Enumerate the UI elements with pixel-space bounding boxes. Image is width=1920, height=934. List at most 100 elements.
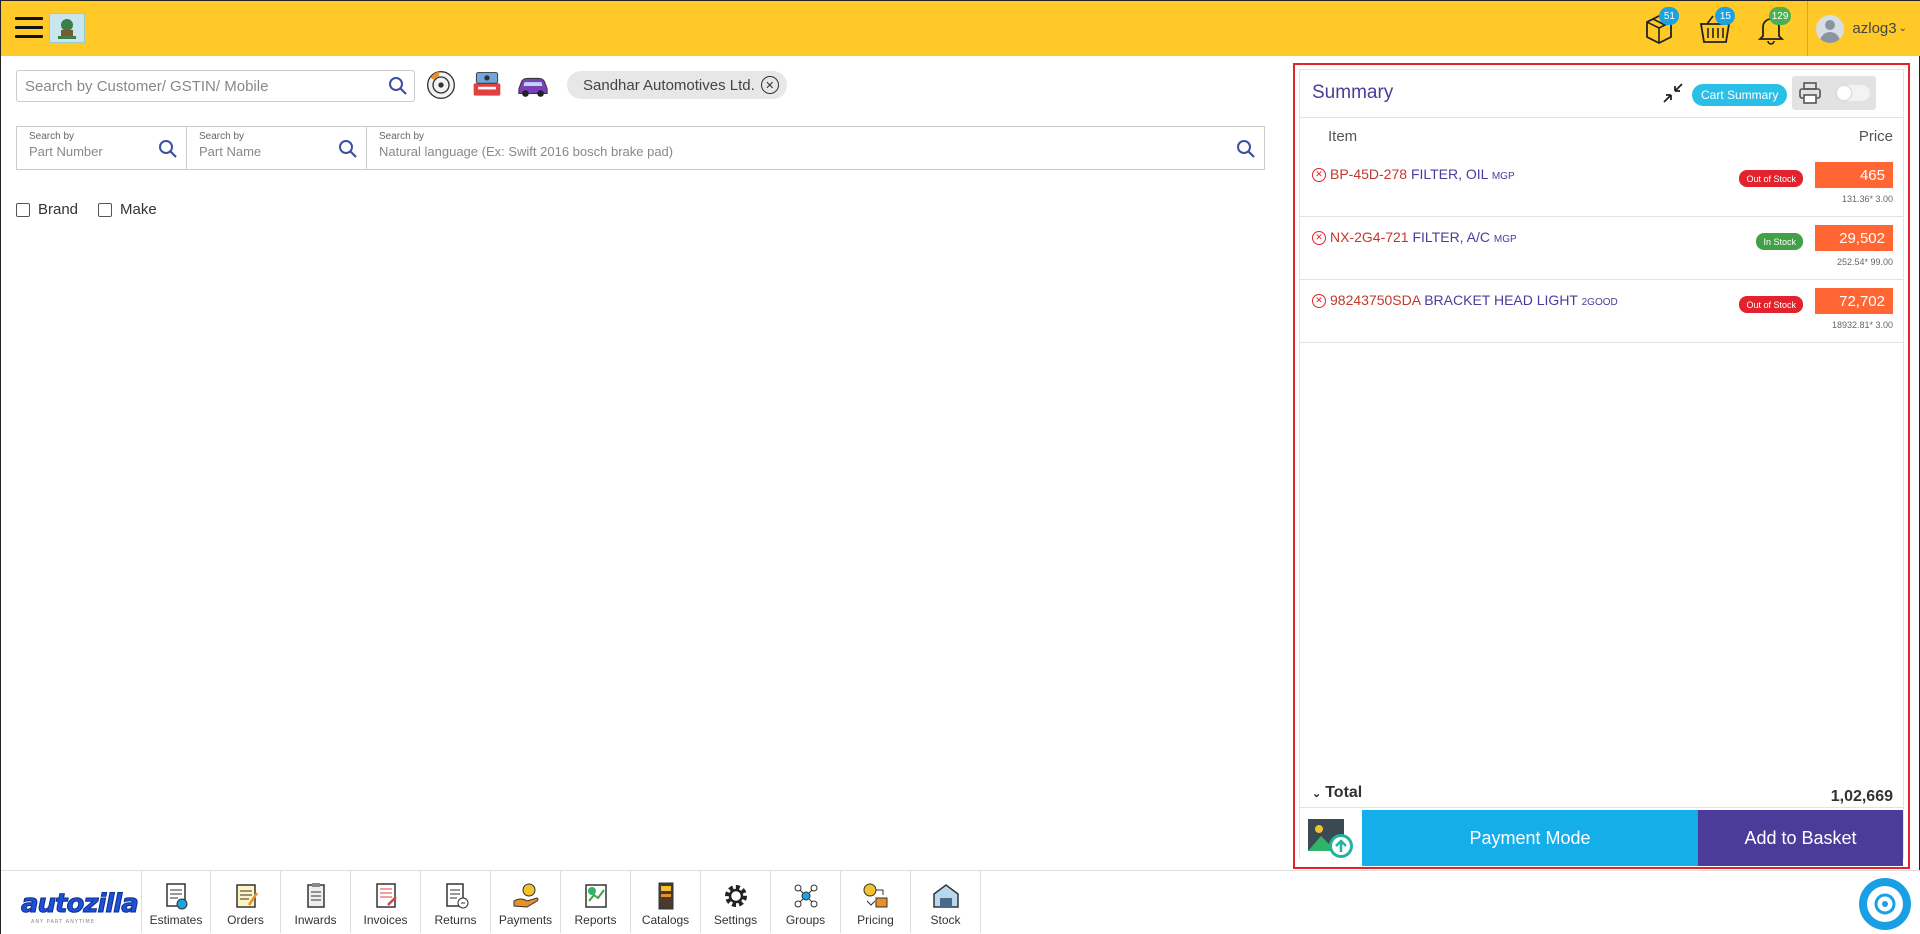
- part-name: BRACKET HEAD LIGHT: [1424, 292, 1578, 308]
- total-label[interactable]: ⌄ Total: [1312, 784, 1362, 802]
- nav-reports[interactable]: Reports: [561, 871, 631, 933]
- stock-badge: Out of Stock: [1739, 296, 1803, 313]
- part-number: 98243750SDA: [1330, 292, 1421, 308]
- printer-icon[interactable]: [1798, 81, 1822, 105]
- nav-label: Returns: [434, 913, 477, 927]
- make-checkbox[interactable]: [98, 202, 113, 217]
- add-to-basket-button[interactable]: Add to Basket: [1698, 810, 1903, 866]
- customer-search-input[interactable]: [17, 71, 388, 101]
- nav-returns[interactable]: Returns: [421, 871, 491, 933]
- print-controls: [1792, 76, 1876, 110]
- nav-groups[interactable]: Groups: [771, 871, 841, 933]
- avatar: [1816, 14, 1845, 43]
- print-toggle[interactable]: [1836, 85, 1870, 101]
- price-value[interactable]: 29,502: [1815, 225, 1893, 251]
- natural-language-input[interactable]: Natural language (Ex: Swift 2016 bosch b…: [379, 144, 1252, 159]
- cart-row: ✕ 98243750SDA BRACKET HEAD LIGHT 2GOOD O…: [1300, 280, 1903, 343]
- nav-stock[interactable]: Stock: [911, 871, 981, 933]
- nav-pricing[interactable]: Pricing: [841, 871, 911, 933]
- make-filter[interactable]: Make: [98, 201, 157, 218]
- close-icon[interactable]: ✕: [760, 76, 779, 94]
- make-label: Make: [120, 201, 157, 218]
- invoices-icon: [375, 883, 397, 908]
- cart-items: ✕ BP-45D-278 FILTER, OIL MGP Out of Stoc…: [1300, 154, 1903, 343]
- nav-label: Payments: [498, 913, 553, 927]
- estimates-icon: [166, 883, 188, 910]
- cart-summary-button[interactable]: Cart Summary: [1692, 84, 1788, 106]
- nav-orders[interactable]: Orders: [211, 871, 281, 933]
- item-description[interactable]: BP-45D-278 FILTER, OIL MGP: [1330, 166, 1515, 182]
- price-value[interactable]: 465: [1815, 162, 1893, 188]
- part-name: FILTER, A/C: [1412, 229, 1491, 245]
- emblem-logo[interactable]: [49, 13, 85, 43]
- part-name-label: Search by: [199, 131, 245, 142]
- nav-catalogs[interactable]: Catalogs: [631, 871, 701, 933]
- user-menu[interactable]: azlog3 ⌄: [1816, 1, 1920, 56]
- brand: MGP: [1491, 171, 1515, 182]
- part-search-bar: Search by Part Number Search by Part Nam…: [16, 126, 1265, 170]
- nav-label: Reports: [574, 913, 617, 927]
- remove-icon[interactable]: ✕: [1312, 294, 1326, 308]
- mechanic-icon[interactable]: [469, 67, 505, 103]
- search-icon[interactable]: [338, 139, 358, 159]
- reports-icon: [584, 884, 607, 908]
- packages-badge: 51: [1659, 7, 1680, 25]
- remove-icon[interactable]: ✕: [1312, 231, 1326, 245]
- nav-settings[interactable]: Settings: [701, 871, 771, 933]
- brand-filter[interactable]: Brand: [16, 201, 78, 218]
- username: azlog3: [1852, 20, 1897, 37]
- cart-row: ✕ NX-2G4-721 FILTER, A/C MGP In Stock 29…: [1300, 217, 1903, 280]
- autozilla-logo[interactable]: autozilla: [21, 889, 140, 920]
- summary-actions: Payment Mode Add to Basket: [1300, 810, 1903, 866]
- gear-icon: [724, 885, 747, 907]
- item-description[interactable]: NX-2G4-721 FILTER, A/C MGP: [1330, 229, 1517, 245]
- car-icon[interactable]: [515, 67, 551, 103]
- nav-estimates[interactable]: Estimates: [141, 871, 211, 933]
- menu-icon[interactable]: [15, 17, 43, 39]
- part-number-input[interactable]: Part Number: [29, 144, 174, 159]
- top-bar: 51 15 129 azlog3 ⌄: [1, 1, 1920, 56]
- collapse-icon[interactable]: [1662, 82, 1684, 104]
- customer-search: [16, 70, 415, 102]
- part-name-input[interactable]: Part Name: [199, 144, 354, 159]
- item-column-header: Item: [1328, 128, 1358, 145]
- nav-invoices[interactable]: Invoices: [351, 871, 421, 933]
- nav-label: Estimates: [149, 913, 203, 927]
- search-icon[interactable]: [388, 76, 408, 96]
- nav-label: Inwards: [294, 913, 337, 927]
- payment-mode-button[interactable]: Payment Mode: [1362, 810, 1698, 866]
- brake-disc-icon[interactable]: [423, 67, 459, 103]
- brand-checkbox[interactable]: [16, 202, 30, 217]
- part-name-field[interactable]: Search by Part Name: [187, 127, 367, 169]
- natural-language-field[interactable]: Search by Natural language (Ex: Swift 20…: [367, 127, 1264, 169]
- returns-icon: [445, 883, 468, 909]
- packages-icon[interactable]: 51: [1631, 1, 1687, 56]
- nav-label: Settings: [713, 913, 758, 927]
- brand-label: Brand: [38, 201, 79, 218]
- search-icon[interactable]: [1236, 139, 1256, 159]
- nav-label: Pricing: [857, 913, 894, 927]
- bottom-nav: autozilla ANY PART ANYTIME Estimates Ord…: [1, 870, 1920, 934]
- chat-button[interactable]: [1859, 878, 1911, 930]
- selected-customer-name: Sandhar Automotives Ltd.: [583, 76, 755, 94]
- stock-icon: [932, 884, 959, 908]
- total-label-text: Total: [1325, 784, 1363, 801]
- nav-payments[interactable]: Payments: [491, 871, 561, 933]
- item-description[interactable]: 98243750SDA BRACKET HEAD LIGHT 2GOOD: [1330, 292, 1618, 308]
- total-value: 1,02,669: [1830, 788, 1893, 805]
- price-value[interactable]: 72,702: [1815, 288, 1893, 314]
- part-number-field[interactable]: Search by Part Number: [17, 127, 187, 169]
- search-icon[interactable]: [158, 139, 178, 159]
- part-number-label: Search by: [29, 131, 75, 142]
- upload-image-button[interactable]: [1300, 810, 1362, 866]
- selected-customer-chip: Sandhar Automotives Ltd. ✕: [567, 71, 787, 99]
- basket-icon[interactable]: 15: [1687, 1, 1743, 56]
- brand: MGP: [1493, 234, 1517, 245]
- bell-icon[interactable]: 129: [1743, 1, 1799, 56]
- bell-badge: 129: [1768, 7, 1792, 25]
- remove-icon[interactable]: ✕: [1312, 168, 1326, 182]
- filters: Brand Make: [16, 201, 157, 218]
- part-name: FILTER, OIL: [1410, 166, 1488, 182]
- nav-inwards[interactable]: Inwards: [281, 871, 351, 933]
- inwards-icon: [306, 883, 325, 908]
